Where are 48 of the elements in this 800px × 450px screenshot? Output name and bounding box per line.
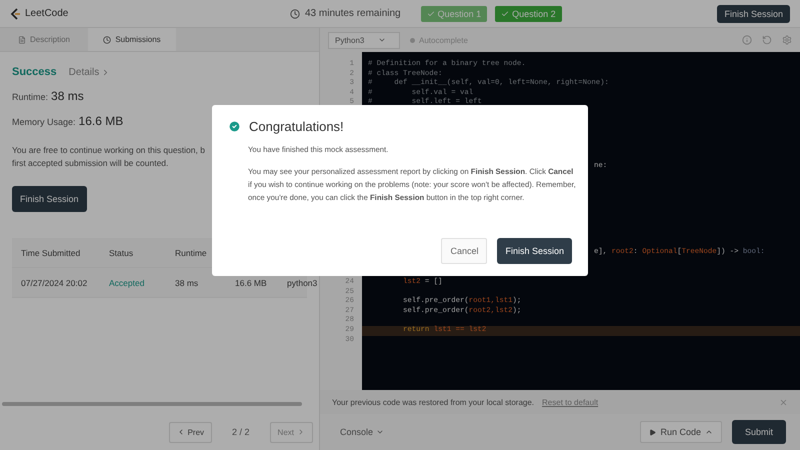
timer-text: 43 minutes remaining — [305, 8, 401, 19]
finish-session-button[interactable]: Finish Session — [12, 186, 87, 212]
panel-tab[interactable]: Submissions — [88, 28, 176, 51]
caret-icon — [376, 428, 384, 436]
page-indicator: 2 / 2 — [231, 427, 251, 437]
table-cell-text: 16.6 MB — [234, 278, 268, 288]
check-circle-icon — [228, 120, 241, 133]
runtime-text: Runtime: 38 ms — [12, 89, 84, 103]
question-tab[interactable]: Question 2 — [495, 6, 562, 22]
console-button[interactable]: Console — [334, 426, 390, 438]
table-cell-text: Accepted — [108, 278, 146, 288]
table-cell-text: 07/27/2024 20:02 — [20, 278, 88, 288]
table-cell-text: python3 — [286, 278, 318, 288]
dialog-title: Congratulations! — [249, 119, 344, 134]
close-icon[interactable] — [779, 398, 788, 406]
details-link[interactable]: Details — [68, 66, 110, 78]
chevron-right-icon — [297, 428, 305, 436]
column-header: Runtime — [174, 248, 208, 258]
column-header: Status — [108, 248, 134, 258]
caret-icon — [378, 36, 386, 44]
settings-icon[interactable] — [782, 35, 792, 45]
table-cell-text: 38 ms — [174, 278, 200, 288]
logo-text: LeetCode — [25, 8, 68, 19]
run-code-button[interactable]: Run Code — [640, 421, 722, 443]
info-icon[interactable] — [742, 35, 752, 45]
column-header: Time Submitted — [20, 248, 82, 258]
finish-session-button[interactable]: Finish Session — [497, 238, 572, 264]
reset-link[interactable]: Reset to default — [542, 398, 598, 406]
submit-button[interactable]: Submit — [732, 420, 786, 444]
document-icon — [18, 36, 26, 44]
panel-tab[interactable]: Description — [0, 28, 88, 51]
play-icon — [649, 428, 656, 436]
language-select[interactable]: Python3 — [328, 32, 400, 48]
dot-icon — [410, 38, 415, 42]
reset-icon[interactable] — [762, 35, 772, 45]
finish-session-button[interactable]: Finish Session — [717, 4, 790, 22]
notice-text: Your previous code was restored from your local storage. — [332, 398, 534, 406]
memory-text: Memory Usage: 16.6 MB — [12, 114, 124, 128]
check-icon — [426, 10, 435, 18]
clock-icon — [290, 8, 300, 18]
clock-icon — [103, 36, 112, 44]
status-text: Success — [12, 66, 57, 78]
info-paragraph: You are free to continue working on this question, b first accepted submission will be counted. — [12, 144, 205, 170]
logo-icon — [10, 8, 21, 20]
prev-button[interactable]: Prev — [168, 422, 212, 442]
caret-icon — [704, 428, 713, 436]
cancel-button[interactable]: Cancel — [441, 238, 488, 264]
check-icon — [501, 10, 510, 18]
